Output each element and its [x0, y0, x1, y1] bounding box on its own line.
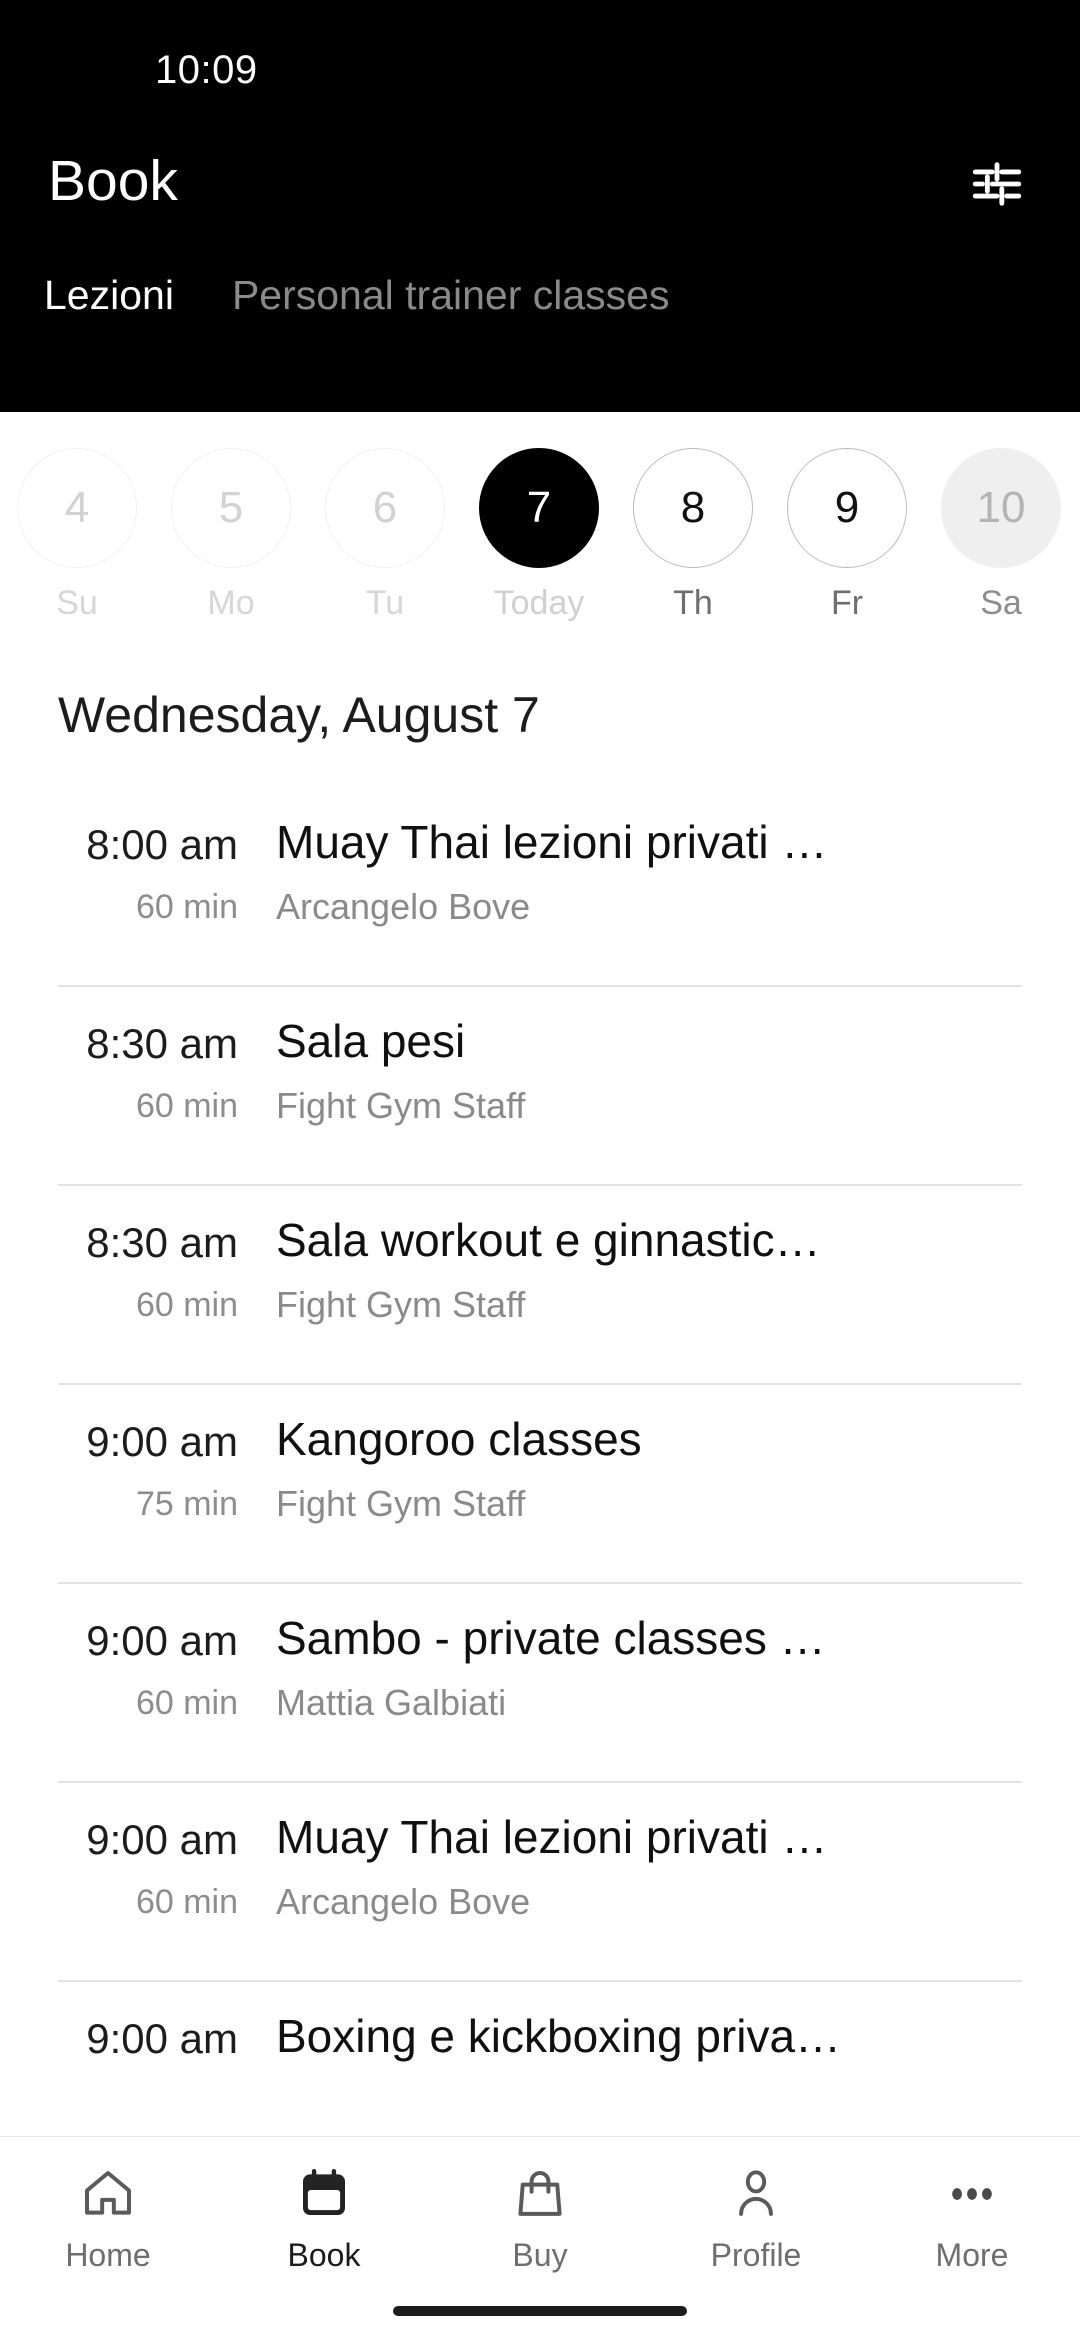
- class-duration: 60 min: [135, 888, 238, 926]
- date-label-tu: Tu: [365, 584, 405, 622]
- home-indicator: [393, 2306, 687, 2316]
- class-duration: 60 min: [135, 1087, 238, 1125]
- class-title: Sambo - private classes …: [276, 1612, 826, 1664]
- filter-icon[interactable]: [964, 151, 1030, 217]
- nav-label-more: More: [935, 2237, 1009, 2273]
- class-row[interactable]: 8:30 am 60 min Sala pesi Fight Gym Staff: [0, 985, 1080, 1184]
- class-title: Muay Thai lezioni privati …: [276, 816, 828, 868]
- class-info-column: Kangoroo classes Fight Gym Staff: [276, 1383, 1022, 1523]
- date-number-10: 10: [941, 448, 1061, 568]
- date-cell-4[interactable]: 4 Su: [0, 448, 154, 623]
- nav-item-home[interactable]: Home: [0, 2163, 216, 2274]
- class-time-column: 9:00 am 60 min: [58, 1582, 276, 1722]
- page-title: Book: [48, 148, 178, 213]
- home-icon: [80, 2163, 136, 2225]
- date-cell-9[interactable]: 9 Fr: [770, 448, 924, 623]
- nav-item-buy[interactable]: Buy: [432, 2163, 648, 2274]
- class-start-time: 8:30 am: [86, 1020, 238, 1067]
- class-title: Kangoroo classes: [276, 1413, 642, 1465]
- class-info-column: Muay Thai lezioni privati … Arcangelo Bo…: [276, 1781, 1022, 1921]
- class-instructor: Arcangelo Bove: [276, 885, 531, 927]
- class-info-column: Sambo - private classes … Mattia Galbiat…: [276, 1582, 1022, 1722]
- class-instructor: Fight Gym Staff: [276, 1084, 526, 1126]
- date-label-today: Today: [493, 584, 585, 622]
- class-title: Boxing e kickboxing priva…: [276, 2010, 842, 2062]
- class-duration: 60 min: [135, 1684, 238, 1722]
- status-bar-clock: 10:09: [155, 48, 258, 92]
- class-title: Muay Thai lezioni privati …: [276, 1811, 828, 1863]
- date-number-6: 6: [325, 448, 445, 568]
- class-row[interactable]: 8:00 am 60 min Muay Thai lezioni privati…: [0, 786, 1080, 985]
- class-time-column: 9:00 am 75 min: [58, 1383, 276, 1523]
- nav-item-more[interactable]: More: [864, 2163, 1080, 2274]
- bag-icon: [512, 2163, 568, 2225]
- class-start-time: 8:00 am: [86, 821, 238, 868]
- ellipsis-icon: [944, 2163, 1000, 2225]
- class-info-column: Sala workout e ginnastic… Fight Gym Staf…: [276, 1184, 1022, 1324]
- status-bar: 10:09: [0, 0, 1080, 118]
- class-start-time: 9:00 am: [86, 2015, 238, 2062]
- date-cell-6[interactable]: 6 Tu: [308, 448, 462, 623]
- class-duration: 75 min: [135, 1485, 238, 1523]
- class-duration: 60 min: [135, 1286, 238, 1324]
- class-time-column: 9:00 am 60 min: [58, 1781, 276, 1921]
- date-cell-5[interactable]: 5 Mo: [154, 448, 308, 623]
- date-label-su: Su: [56, 584, 98, 622]
- class-start-time: 9:00 am: [86, 1617, 238, 1664]
- nav-label-book: Book: [287, 2237, 361, 2273]
- class-instructor: Fight Gym Staff: [276, 1283, 526, 1325]
- date-number-5: 5: [171, 448, 291, 568]
- class-instructor: Fight Gym Staff: [276, 1482, 526, 1524]
- class-time-column: 8:00 am 60 min: [58, 786, 276, 926]
- date-number-7: 7: [479, 448, 599, 568]
- date-number-8: 8: [633, 448, 753, 568]
- class-title: Sala pesi: [276, 1015, 466, 1067]
- class-title: Sala workout e ginnastic…: [276, 1214, 821, 1266]
- date-label-fr: Fr: [830, 584, 864, 622]
- class-start-time: 9:00 am: [86, 1418, 238, 1465]
- date-label-mo: Mo: [207, 584, 255, 622]
- person-icon: [728, 2163, 784, 2225]
- class-time-column: 8:30 am 60 min: [58, 1184, 276, 1324]
- class-row[interactable]: 9:00 am 75 min Kangoroo classes Fight Gy…: [0, 1383, 1080, 1582]
- nav-item-book[interactable]: Book: [216, 2163, 432, 2274]
- class-duration: 60 min: [135, 1883, 238, 1921]
- date-strip[interactable]: 4 Su 5 Mo 6 Tu 7 Today 8 Th 9 Fr 10 Sa: [0, 448, 1080, 644]
- class-start-time: 9:00 am: [86, 1816, 238, 1863]
- date-cell-10[interactable]: 10 Sa: [924, 448, 1078, 623]
- app-header: 10:09 Book Lezioni Personal trainer clas…: [0, 0, 1080, 412]
- nav-label-home: Home: [65, 2237, 151, 2273]
- date-number-9: 9: [787, 448, 907, 568]
- calendar-icon: [296, 2163, 352, 2225]
- class-info-column: Muay Thai lezioni privati … Arcangelo Bo…: [276, 786, 1022, 926]
- class-start-time: 8:30 am: [86, 1219, 238, 1266]
- class-row[interactable]: 9:00 am 60 min Muay Thai lezioni privati…: [0, 1781, 1080, 1980]
- class-info-column: Boxing e kickboxing priva…: [276, 1980, 1022, 2081]
- date-cell-7-selected[interactable]: 7 Today: [462, 448, 616, 623]
- class-list: 8:00 am 60 min Muay Thai lezioni privati…: [0, 786, 1080, 2340]
- tab-bar: Lezioni Personal trainer classes: [0, 272, 1080, 319]
- class-time-column: 8:30 am 60 min: [58, 985, 276, 1125]
- class-time-column: 9:00 am: [58, 1980, 276, 2084]
- bottom-navigation-bar: Home Book Buy Profile More: [0, 2136, 1080, 2340]
- date-label-th: Th: [673, 584, 713, 622]
- date-label-sa: Sa: [980, 584, 1022, 622]
- class-instructor: Arcangelo Bove: [276, 1880, 531, 1922]
- app-root: 10:09 Book Lezioni Personal trainer clas…: [0, 0, 1080, 2340]
- title-bar: Book: [0, 118, 1080, 250]
- tab-personal-trainer-classes[interactable]: Personal trainer classes: [232, 272, 670, 319]
- tab-lezioni[interactable]: Lezioni: [44, 272, 174, 319]
- class-instructor: Mattia Galbiati: [276, 1681, 507, 1723]
- class-info-column: Sala pesi Fight Gym Staff: [276, 985, 1022, 1125]
- date-number-4: 4: [17, 448, 137, 568]
- class-row[interactable]: 9:00 am 60 min Sambo - private classes ……: [0, 1582, 1080, 1781]
- day-heading: Wednesday, August 7: [58, 687, 540, 743]
- nav-label-buy: Buy: [512, 2237, 568, 2273]
- nav-item-profile[interactable]: Profile: [648, 2163, 864, 2274]
- class-row[interactable]: 8:30 am 60 min Sala workout e ginnastic……: [0, 1184, 1080, 1383]
- nav-label-profile: Profile: [710, 2237, 802, 2273]
- date-cell-8[interactable]: 8 Th: [616, 448, 770, 623]
